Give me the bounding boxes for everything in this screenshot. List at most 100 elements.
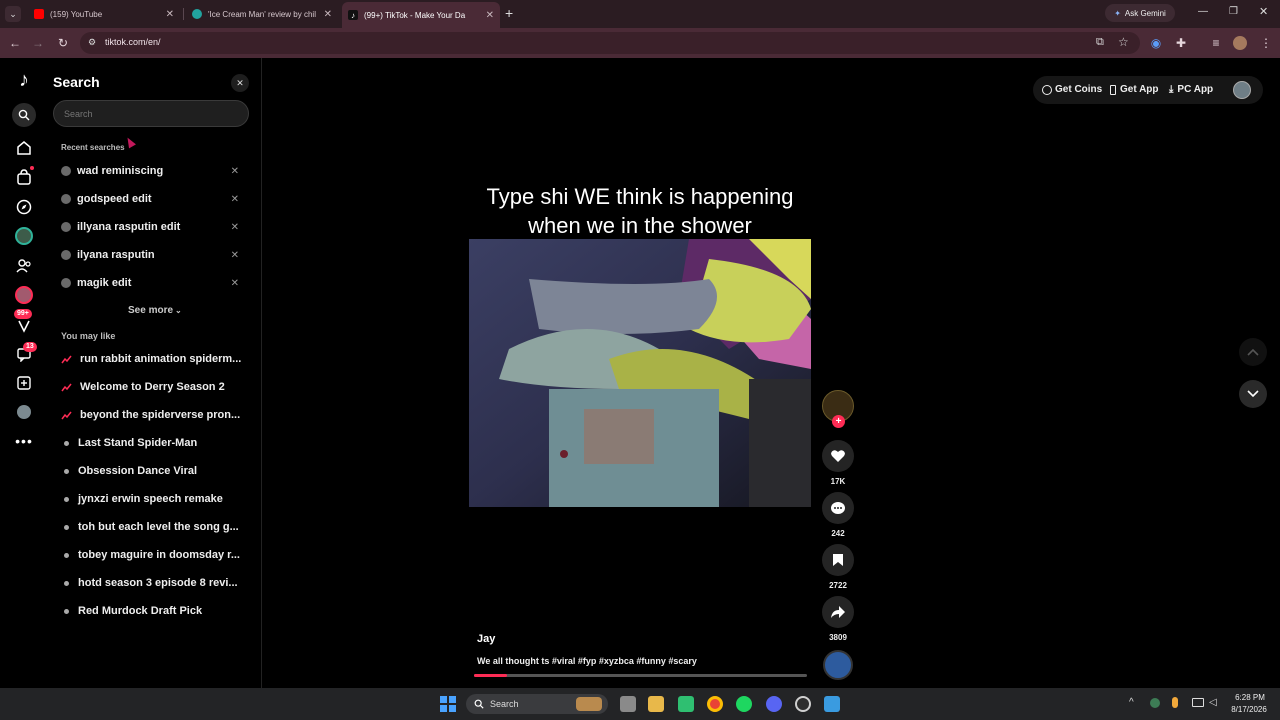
get-app-button[interactable]: Get App	[1110, 84, 1159, 95]
media-control-icon[interactable]: ≡	[1207, 34, 1225, 52]
chrome-icon[interactable]	[707, 696, 723, 712]
recent-search-item[interactable]: ilyana rasputin ✕	[61, 245, 251, 265]
heart-icon	[831, 450, 845, 462]
suggested-search-item[interactable]: toh but each level the song g...	[61, 517, 251, 537]
microphone-icon[interactable]	[1172, 697, 1178, 708]
remove-search-icon[interactable]: ✕	[231, 166, 239, 177]
address-bar[interactable]: ⚙ tiktok.com/en/ ⧉ ☆	[80, 32, 1140, 54]
remove-search-icon[interactable]: ✕	[231, 222, 239, 233]
music-disc-avatar[interactable]	[823, 650, 853, 680]
close-tab-icon[interactable]: ✕	[166, 9, 174, 20]
app-c-icon[interactable]	[795, 696, 811, 712]
suggested-search-item[interactable]: tobey maguire in doomsday r...	[61, 545, 251, 565]
recent-search-text: magik edit	[77, 277, 132, 289]
next-video-button[interactable]	[1239, 380, 1267, 408]
tab-search-menu-icon[interactable]: ⌄	[5, 6, 21, 22]
spotify-icon[interactable]	[736, 696, 752, 712]
activity-icon[interactable]: 99+	[14, 309, 34, 335]
more-dots-icon[interactable]: •••	[14, 431, 34, 451]
bookmark-star-icon[interactable]: ☆	[1118, 35, 1129, 49]
remove-search-icon[interactable]: ✕	[231, 194, 239, 205]
tray-app-icon[interactable]	[1150, 698, 1160, 708]
tab-youtube[interactable]: (159) YouTube ✕	[28, 4, 180, 24]
video-player[interactable]	[469, 239, 811, 507]
remove-search-icon[interactable]: ✕	[231, 278, 239, 289]
taskbar-search-box[interactable]: Search	[466, 694, 608, 714]
comment-button[interactable]	[822, 492, 854, 524]
restore-window-icon[interactable]: ❐	[1229, 6, 1238, 17]
windows-start-icon[interactable]	[440, 696, 456, 712]
taskbar-time[interactable]: 6:28 PM	[1230, 693, 1270, 702]
close-search-icon[interactable]: ✕	[231, 74, 249, 92]
site-info-icon[interactable]: ⚙	[88, 37, 96, 48]
follow-plus-icon[interactable]: +	[832, 415, 845, 428]
messages-icon[interactable]: 13	[14, 342, 37, 364]
user-avatar[interactable]	[1233, 81, 1251, 99]
extensions-puzzle-icon[interactable]: ✚	[1172, 34, 1190, 52]
video-author[interactable]: Jay	[477, 633, 495, 645]
search-rail-icon[interactable]	[12, 103, 36, 127]
suggested-search-item[interactable]: jynxzi erwin speech remake	[61, 489, 251, 509]
suggested-search-item[interactable]: Last Stand Spider-Man	[61, 433, 251, 453]
close-tab-icon[interactable]: ✕	[324, 9, 332, 20]
live-avatar-icon[interactable]	[14, 226, 34, 246]
recent-search-item[interactable]: godspeed edit ✕	[61, 189, 251, 209]
following-icon[interactable]	[14, 256, 34, 276]
share-button[interactable]	[822, 596, 854, 628]
share-count: 3809	[829, 633, 847, 642]
browser-menu-icon[interactable]: ⋮	[1257, 34, 1275, 52]
suggested-search-item[interactable]: run rabbit animation spiderm...	[61, 349, 251, 369]
network-icon[interactable]	[1192, 698, 1204, 707]
video-caption-overlay: Type shi WE think is happening when we i…	[486, 184, 794, 238]
get-coins-button[interactable]: Get Coins	[1042, 84, 1102, 95]
you-may-like-heading: You may like	[61, 331, 116, 341]
see-more-button[interactable]: See more ⌄	[128, 305, 182, 316]
upload-icon[interactable]	[14, 373, 34, 393]
taskbar-date[interactable]: 8/17/2026	[1226, 705, 1272, 714]
explore-compass-icon[interactable]	[14, 197, 34, 217]
tiktok-favicon-icon: ♪	[348, 10, 358, 20]
extension-blue-icon[interactable]: ◉	[1147, 34, 1165, 52]
recent-search-item[interactable]: illyana rasputin edit ✕	[61, 217, 251, 237]
suggested-search-item[interactable]: beyond the spiderverse pron...	[61, 405, 251, 425]
tiktok-logo-icon[interactable]: ♪	[14, 69, 34, 91]
profile-avatar-icon[interactable]	[1231, 34, 1249, 52]
video-progress-track[interactable]	[474, 674, 807, 677]
pc-app-button[interactable]: ⤓ PC App	[1169, 84, 1213, 95]
recent-search-item[interactable]: magik edit ✕	[61, 273, 251, 293]
recent-search-item[interactable]: wad reminiscing ✕	[61, 161, 251, 181]
back-arrow-icon[interactable]: ←	[6, 34, 24, 52]
suggested-search-item[interactable]: Obsession Dance Viral	[61, 461, 251, 481]
previous-video-button[interactable]	[1239, 338, 1267, 366]
suggested-search-item[interactable]: Welcome to Derry Season 2	[61, 377, 251, 397]
close-window-icon[interactable]: ✕	[1259, 5, 1268, 18]
shop-bag-icon[interactable]	[14, 166, 34, 187]
minimize-window-icon[interactable]: —	[1198, 6, 1208, 17]
tray-overflow-icon[interactable]: ^	[1129, 697, 1134, 708]
discord-icon[interactable]	[766, 696, 782, 712]
tab-tiktok[interactable]: ♪ (99+) TikTok - Make Your Da ✕	[342, 2, 500, 28]
ask-gemini-button[interactable]: ✦ Ask Gemini	[1105, 4, 1175, 22]
close-tab-icon[interactable]: ✕	[486, 10, 494, 21]
profile-avatar-icon[interactable]	[14, 402, 34, 422]
remove-search-icon[interactable]: ✕	[231, 250, 239, 261]
task-view-icon[interactable]	[620, 696, 636, 712]
file-explorer-icon[interactable]	[648, 696, 664, 712]
suggested-search-text: Obsession Dance Viral	[78, 465, 198, 477]
tab-ice-cream-man-review[interactable]: 'Ice Cream Man' review by chil ✕	[186, 4, 338, 24]
install-app-icon[interactable]: ⧉	[1096, 36, 1104, 49]
app-green-icon[interactable]	[678, 696, 694, 712]
suggested-search-item[interactable]: Red Murdock Draft Pick	[61, 601, 251, 621]
like-button[interactable]	[822, 440, 854, 472]
save-button[interactable]	[822, 544, 854, 576]
photos-icon[interactable]	[824, 696, 840, 712]
suggested-search-item[interactable]: hotd season 3 episode 8 revi...	[61, 573, 251, 593]
forward-arrow-icon[interactable]: →	[29, 34, 47, 52]
search-input[interactable]	[53, 100, 249, 127]
home-icon[interactable]	[14, 138, 34, 158]
volume-icon[interactable]: ◁	[1209, 697, 1217, 708]
clock-icon	[61, 250, 71, 260]
friend-avatar-icon[interactable]	[14, 285, 34, 305]
new-tab-icon[interactable]: +	[505, 5, 513, 21]
reload-icon[interactable]: ↻	[54, 34, 72, 52]
